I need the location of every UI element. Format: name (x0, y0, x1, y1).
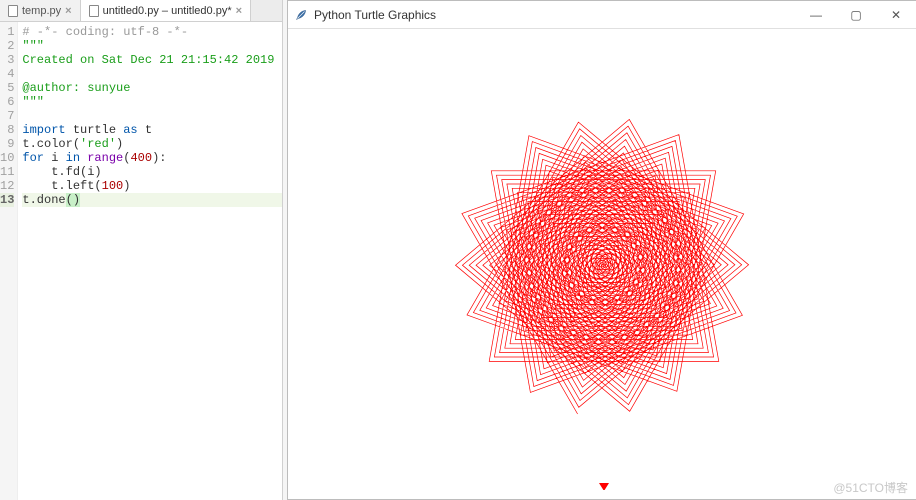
window-title: Python Turtle Graphics (314, 8, 796, 22)
code-text[interactable]: # -*- coding: utf-8 -*-"""Created on Sat… (18, 22, 282, 500)
turtle-path (456, 119, 749, 414)
code-line[interactable]: """ (22, 95, 282, 109)
line-number: 11 (0, 165, 14, 179)
code-line[interactable] (22, 67, 282, 81)
line-number: 12 (0, 179, 14, 193)
line-number: 9 (0, 137, 14, 151)
code-line[interactable]: import turtle as t (22, 123, 282, 137)
editor-tab-0[interactable]: temp.py × (0, 0, 81, 21)
close-icon[interactable]: × (65, 5, 71, 17)
line-number: 6 (0, 95, 14, 109)
maximize-button[interactable]: ▢ (836, 1, 876, 29)
code-line[interactable]: @author: sunyue (22, 81, 282, 95)
editor-tab-1[interactable]: untitled0.py – untitled0.py* × (81, 0, 251, 21)
code-line[interactable]: t.color('red') (22, 137, 282, 151)
feather-icon (294, 7, 308, 23)
code-area[interactable]: 12345678910111213 # -*- coding: utf-8 -*… (0, 22, 282, 500)
turtle-cursor-icon (599, 483, 609, 490)
code-line[interactable]: t.done() (22, 193, 282, 207)
code-editor-panel: temp.py × untitled0.py – untitled0.py* × 12… (0, 0, 283, 500)
tab-label: temp.py (22, 5, 61, 17)
turtle-canvas (294, 35, 914, 490)
file-icon (89, 5, 99, 17)
line-number: 7 (0, 109, 14, 123)
line-number: 5 (0, 81, 14, 95)
code-line[interactable]: t.fd(i) (22, 165, 282, 179)
code-line[interactable]: """ (22, 39, 282, 53)
line-number: 8 (0, 123, 14, 137)
line-number: 10 (0, 151, 14, 165)
title-bar[interactable]: Python Turtle Graphics — ▢ ✕ (288, 1, 916, 29)
turtle-window: Python Turtle Graphics — ▢ ✕ (287, 0, 916, 500)
turtle-canvas-wrap (288, 29, 916, 499)
line-number: 1 (0, 25, 14, 39)
editor-tab-bar: temp.py × untitled0.py – untitled0.py* × (0, 0, 282, 22)
file-icon (8, 5, 18, 17)
code-line[interactable]: t.left(100) (22, 179, 282, 193)
code-line[interactable]: Created on Sat Dec 21 21:15:42 2019 (22, 53, 282, 67)
line-number: 2 (0, 39, 14, 53)
line-number-gutter: 12345678910111213 (0, 22, 18, 500)
code-line[interactable]: # -*- coding: utf-8 -*- (22, 25, 282, 39)
line-number: 4 (0, 67, 14, 81)
code-line[interactable] (22, 109, 282, 123)
minimize-button[interactable]: — (796, 1, 836, 29)
window-buttons: — ▢ ✕ (796, 1, 916, 29)
close-button[interactable]: ✕ (876, 1, 916, 29)
close-icon[interactable]: × (236, 5, 242, 17)
line-number: 3 (0, 53, 14, 67)
code-line[interactable]: for i in range(400): (22, 151, 282, 165)
line-number: 13 (0, 193, 14, 207)
tab-label: untitled0.py – untitled0.py* (103, 5, 232, 17)
